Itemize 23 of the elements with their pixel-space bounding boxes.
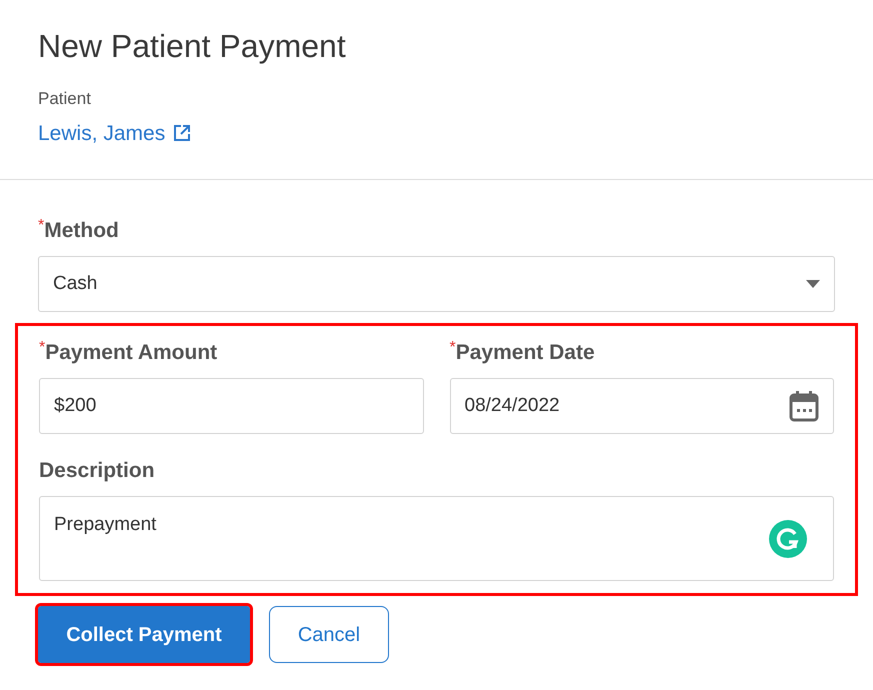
field-value: 08/24/2022 bbox=[464, 394, 560, 418]
description-field[interactable]: Prepayment bbox=[39, 496, 834, 581]
required-asterisk: * bbox=[450, 340, 456, 356]
field-value: Cash bbox=[53, 272, 98, 296]
field-label: Payment Date bbox=[456, 340, 595, 366]
required-asterisk: * bbox=[38, 218, 44, 234]
page-title: New Patient Payment bbox=[38, 27, 347, 66]
field-value: $200 bbox=[54, 394, 96, 418]
patient-link[interactable]: Lewis, James bbox=[38, 118, 192, 149]
external-link-icon bbox=[173, 124, 192, 142]
date-field[interactable]: 08/24/2022 bbox=[450, 378, 834, 434]
field-label: Payment Amount bbox=[45, 340, 218, 366]
collect-payment-button[interactable]: Collect Payment bbox=[38, 606, 250, 663]
cancel-button[interactable]: Cancel bbox=[269, 606, 389, 663]
method-dropdown[interactable]: Cash bbox=[38, 256, 835, 312]
patient-label: Patient bbox=[38, 88, 92, 110]
required-asterisk: * bbox=[39, 340, 46, 356]
caret-icon bbox=[806, 280, 820, 288]
amount-field[interactable]: $200 bbox=[39, 378, 424, 434]
calendar-icon[interactable] bbox=[789, 390, 819, 422]
field-label: Method bbox=[44, 218, 119, 244]
field-label: Description bbox=[39, 458, 155, 484]
field-value: Prepayment bbox=[54, 513, 156, 537]
